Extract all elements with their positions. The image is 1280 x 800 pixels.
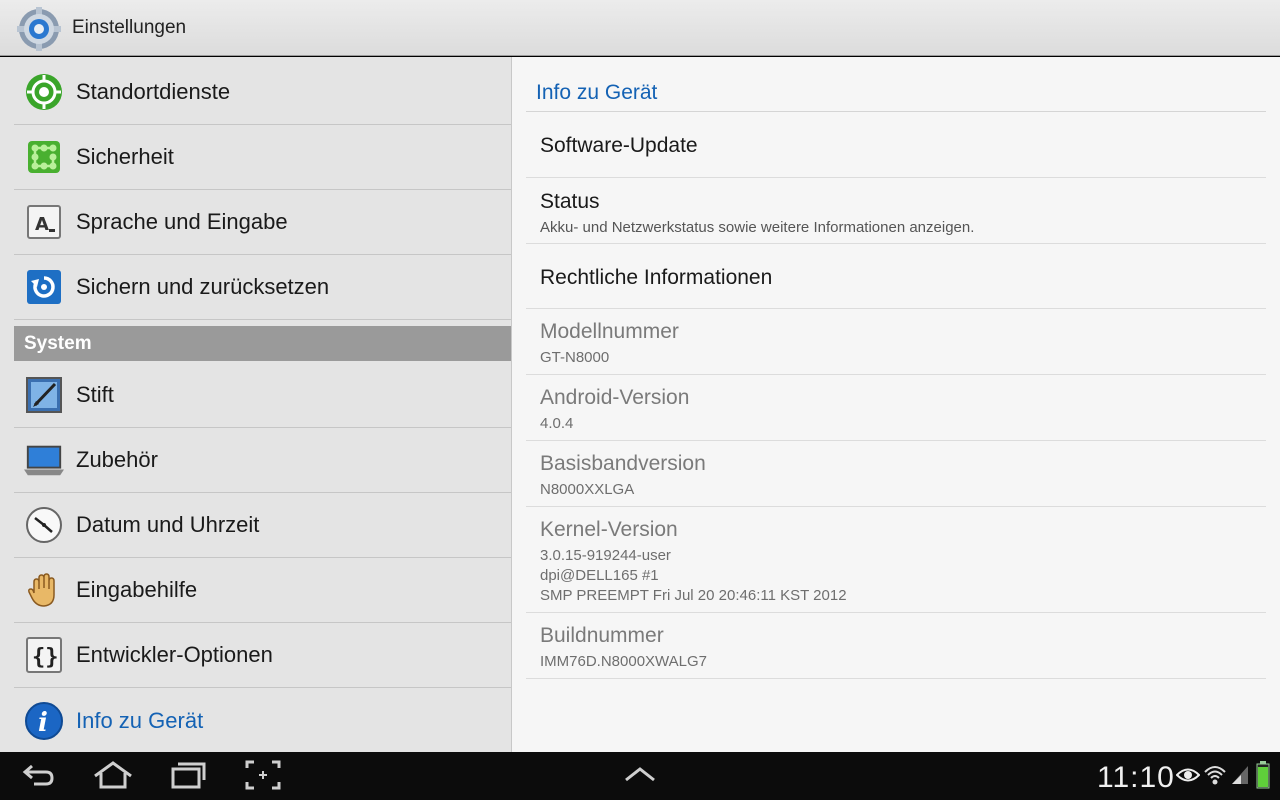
accessory-dock-icon <box>24 440 64 480</box>
sidebar-item-label: Datum und Uhrzeit <box>76 512 260 537</box>
sidebar-item-sprache-und-eingabe[interactable]: A Sprache und Eingabe <box>14 190 511 255</box>
row-android-version: Android-Version 4.0.4 <box>526 375 1266 441</box>
sidebar-item-label: Entwickler-Optionen <box>76 642 273 667</box>
row-title: Status <box>540 190 600 213</box>
svg-text:A: A <box>35 214 49 235</box>
info-icon: i <box>24 701 64 741</box>
system-navigation-bar: 11:10 <box>0 752 1280 800</box>
sidebar-item-label: Zubehör <box>76 447 158 472</box>
row-value: N8000XXLGA <box>540 481 635 498</box>
row-software-update[interactable]: Software-Update <box>526 112 1266 178</box>
row-basisbandversion: Basisbandversion N8000XXLGA <box>526 441 1266 507</box>
svg-text:i: i <box>38 708 48 738</box>
row-value: 4.0.4 <box>540 415 574 432</box>
signal-icon <box>1230 764 1250 791</box>
sidebar-item-entwickler-optionen[interactable]: {} Entwickler-Optionen <box>14 623 511 688</box>
settings-gear-icon[interactable] <box>16 6 62 52</box>
section-header-system: System <box>14 326 511 361</box>
row-buildnummer: Buildnummer IMM76D.N8000XWALG7 <box>526 613 1266 679</box>
screenshot-icon[interactable] <box>245 760 281 795</box>
row-value-line: SMP PREEMPT Fri Jul 20 20:46:11 KST 2012 <box>540 587 847 604</box>
sidebar-item-info-zu-geraet[interactable]: i Info zu Gerät <box>14 688 511 753</box>
sidebar-item-sichern-und-zuruecksetzen[interactable]: Sichern und zurücksetzen <box>14 255 511 320</box>
sidebar-item-stift[interactable]: Stift <box>14 363 511 428</box>
detail-pane: Info zu Gerät Software-Update Status Akk… <box>512 57 1280 752</box>
row-modellnummer: Modellnummer GT-N8000 <box>526 309 1266 375</box>
sidebar-item-eingabehilfe[interactable]: Eingabehilfe <box>14 558 511 623</box>
row-title: Modellnummer <box>540 320 679 343</box>
location-icon <box>24 72 64 112</box>
status-clock: 11:10 <box>1097 761 1175 794</box>
developer-braces-icon: {} <box>24 635 64 675</box>
backup-reset-icon <box>24 267 64 307</box>
security-pattern-icon <box>24 137 64 177</box>
sidebar-item-zubehoer[interactable]: Zubehör <box>14 428 511 493</box>
sidebar-item-label: Sprache und Eingabe <box>76 209 288 234</box>
hand-accessibility-icon <box>24 570 64 610</box>
row-rechtliche-informationen[interactable]: Rechtliche Informationen <box>526 244 1266 309</box>
recent-apps-icon[interactable] <box>170 760 206 795</box>
sidebar-item-label: Stift <box>76 382 114 407</box>
row-title: Kernel-Version <box>540 518 678 541</box>
row-value: IMM76D.N8000XWALG7 <box>540 653 708 670</box>
sidebar-item-label: Eingabehilfe <box>76 577 198 602</box>
home-icon[interactable] <box>92 760 134 795</box>
action-bar: Einstellungen <box>0 0 1280 56</box>
pen-icon <box>24 375 64 415</box>
app-title: Einstellungen <box>72 17 187 38</box>
row-title: Buildnummer <box>540 624 664 647</box>
row-title: Basisbandversion <box>540 452 706 475</box>
detail-header: Info zu Gerät <box>536 81 658 104</box>
sidebar-item-label: Info zu Gerät <box>76 707 204 733</box>
row-status[interactable]: Status Akku- und Netzwerkstatus sowie we… <box>526 178 1266 244</box>
row-kernel-version: Kernel-Version 3.0.15-919244-user dpi@DE… <box>526 507 1266 613</box>
eye-icon <box>1175 766 1201 789</box>
language-keyboard-icon: A <box>24 202 64 242</box>
sidebar-item-label: Sicherheit <box>76 144 174 169</box>
sidebar-item-label: Sichern und zurücksetzen <box>76 274 330 299</box>
row-value-line: dpi@DELL165 #1 <box>540 567 659 584</box>
sidebar-item-sicherheit[interactable]: Sicherheit <box>14 125 511 190</box>
sidebar-item-datum-und-uhrzeit[interactable]: Datum und Uhrzeit <box>14 493 511 558</box>
row-title: Software-Update <box>540 134 698 157</box>
wifi-icon <box>1203 763 1227 792</box>
expand-up-icon[interactable] <box>622 764 658 789</box>
sidebar-item-label: Standortdienste <box>76 79 231 104</box>
row-title: Rechtliche Informationen <box>540 266 773 289</box>
row-value-line: 3.0.15-919244-user <box>540 547 671 564</box>
back-icon[interactable] <box>20 760 56 795</box>
svg-text:{}: {} <box>32 645 59 670</box>
row-title: Android-Version <box>540 386 690 409</box>
row-summary: Akku- und Netzwerkstatus sowie weitere I… <box>540 219 975 236</box>
row-value: GT-N8000 <box>540 349 610 366</box>
clock-icon <box>24 505 64 545</box>
sidebar-item-standortdienste[interactable]: Standortdienste <box>14 60 511 125</box>
battery-icon <box>1256 761 1270 794</box>
settings-list: Standortdienste Sicherheit A Sprache und… <box>0 57 512 792</box>
